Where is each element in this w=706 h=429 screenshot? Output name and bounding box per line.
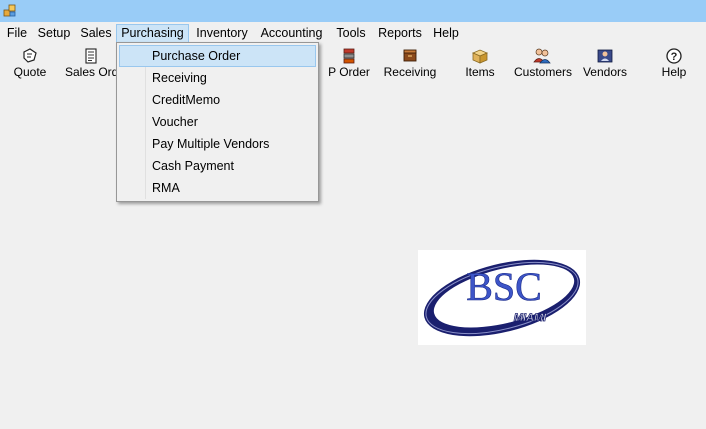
menu-help[interactable]: Help <box>428 24 464 43</box>
logo-bsc-text: BSC <box>466 264 542 309</box>
toolbar-receiving-button[interactable]: Receiving <box>382 43 438 83</box>
toolbar-sales-order-label: Sales Orde <box>65 65 126 79</box>
menu-setup[interactable]: Setup <box>33 24 75 43</box>
dropdown-item-voucher[interactable]: Voucher <box>119 111 316 133</box>
toolbar-p-order-button[interactable]: P Order <box>324 43 374 83</box>
dropdown-item-creditmemo[interactable]: CreditMemo <box>119 89 316 111</box>
menu-tools[interactable]: Tools <box>330 24 372 43</box>
toolbar-help-label: Help <box>661 65 687 79</box>
quote-icon <box>23 48 37 63</box>
toolbar-items-button[interactable]: Items <box>462 43 498 83</box>
dropdown-item-cash-payment[interactable]: Cash Payment <box>119 155 316 177</box>
toolbar-items-label: Items <box>465 65 495 79</box>
toolbar-quote-label: Quote <box>13 65 47 79</box>
svg-text:?: ? <box>671 51 678 63</box>
menu-purchasing[interactable]: Purchasing <box>116 24 189 43</box>
menu-bar: File Setup Sales Purchasing Inventory Ac… <box>0 22 706 43</box>
toolbar-receiving-label: Receiving <box>383 65 437 79</box>
toolbar-help-button[interactable]: ? Help <box>656 43 692 83</box>
receiving-icon <box>403 49 417 62</box>
purchasing-dropdown-menu: Purchase Order Receiving CreditMemo Vouc… <box>116 42 319 202</box>
dropdown-item-receiving[interactable]: Receiving <box>119 67 316 89</box>
company-logo: BSC MIAMI <box>418 250 586 345</box>
title-bar <box>0 0 706 22</box>
purchase-order-icon <box>343 48 355 64</box>
dropdown-item-purchase-order[interactable]: Purchase Order <box>119 45 316 67</box>
toolbar-quote-button[interactable]: Quote <box>6 43 54 83</box>
toolbar-vendors-button[interactable]: Vendors <box>582 43 628 83</box>
vendors-icon <box>597 49 613 63</box>
menu-file[interactable]: File <box>3 24 31 43</box>
menu-sales[interactable]: Sales <box>77 24 115 43</box>
sales-order-icon <box>85 48 97 64</box>
toolbar-p-order-label: P Order <box>328 65 370 79</box>
menu-reports[interactable]: Reports <box>374 24 426 43</box>
menu-inventory[interactable]: Inventory <box>191 24 253 43</box>
toolbar-vendors-label: Vendors <box>582 65 628 79</box>
app-window-icon <box>3 4 16 17</box>
toolbar-customers-button[interactable]: Customers <box>514 43 573 83</box>
logo-miami-text: MIAMI <box>514 312 547 324</box>
toolbar-sales-order-button[interactable]: Sales Orde <box>60 43 126 83</box>
dropdown-item-rma[interactable]: RMA <box>119 177 316 199</box>
toolbar: Quote Sales Orde P Order Receiving Items <box>0 43 706 83</box>
toolbar-customers-label: Customers <box>514 65 573 79</box>
menu-accounting[interactable]: Accounting <box>255 24 328 43</box>
help-question-icon: ? <box>666 48 682 64</box>
customers-icon <box>533 48 551 64</box>
dropdown-item-pay-multiple-vendors[interactable]: Pay Multiple Vendors <box>119 133 316 155</box>
bsc-miami-logo-graphic: BSC MIAMI <box>423 259 581 337</box>
items-box-icon <box>471 49 489 64</box>
